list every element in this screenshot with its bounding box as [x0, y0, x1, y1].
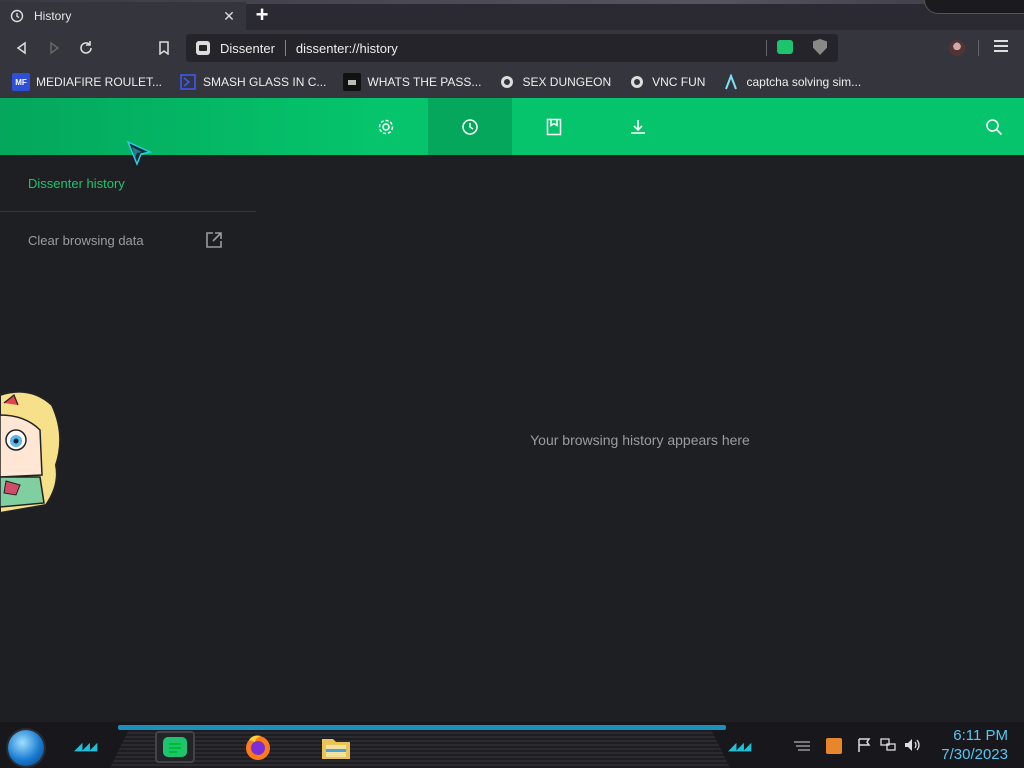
bookmark-page-icon[interactable] — [154, 38, 174, 58]
gear-icon[interactable] — [344, 98, 428, 155]
mouse-cursor-icon — [126, 140, 153, 168]
mediafire-icon: MF — [12, 73, 30, 91]
dissenter-taskbar-button[interactable] — [155, 731, 195, 763]
profile-avatar[interactable] — [949, 40, 965, 56]
bookmarks-bar: MF MEDIAFIRE ROULET... SMASH GLASS IN C.… — [0, 66, 1024, 98]
bookmark-label: WHATS THE PASS... — [367, 75, 482, 89]
empty-history-message: Your browsing history appears here — [530, 432, 750, 448]
download-icon[interactable] — [596, 98, 680, 155]
file-explorer-taskbar-button[interactable] — [316, 731, 356, 763]
toolbar-separator — [978, 40, 979, 56]
back-icon[interactable] — [12, 38, 32, 58]
external-link-icon[interactable] — [205, 231, 223, 249]
clock-date: 7/30/2023 — [941, 746, 1008, 763]
bookmark-item[interactable]: SMASH GLASS IN C... — [179, 73, 326, 91]
volume-icon[interactable] — [904, 738, 920, 752]
forward-icon[interactable] — [44, 38, 64, 58]
window-frame-corner — [924, 0, 1024, 14]
bookmark-item[interactable]: MF MEDIAFIRE ROULET... — [12, 73, 162, 91]
history-icon — [10, 9, 24, 23]
clock-time: 6:11 PM — [953, 727, 1008, 744]
bookmark-item[interactable]: SEX DUNGEON — [498, 73, 611, 91]
url-text[interactable]: dissenter://history — [296, 41, 398, 56]
search-icon[interactable] — [952, 98, 1024, 155]
lambda-icon — [722, 73, 740, 91]
firefox-taskbar-button[interactable] — [238, 731, 278, 763]
gear-badge-icon — [628, 73, 646, 91]
bookmark-label: VNC FUN — [652, 75, 706, 89]
app-tray-icon[interactable] — [826, 738, 842, 754]
gear-badge-icon — [498, 73, 516, 91]
network-icon[interactable] — [880, 738, 896, 752]
extension-separator — [766, 40, 767, 56]
chevron-box-icon — [179, 73, 197, 91]
new-tab-button[interactable]: + — [251, 4, 273, 26]
navigation-bar: Dissenter dissenter://history — [0, 30, 1024, 66]
bookmark-label: MEDIAFIRE ROULET... — [36, 75, 163, 89]
bookmark-item[interactable]: WHATS THE PASS... — [343, 73, 481, 91]
bookmark-icon[interactable] — [512, 98, 596, 155]
bookmark-label: captcha solving sim... — [746, 75, 862, 89]
site-icon — [196, 41, 210, 55]
taskbar-accent — [118, 725, 726, 730]
chevron-decoration-icon: ◢◢◢ — [728, 741, 751, 753]
bookmark-label: SEX DUNGEON — [522, 75, 612, 89]
bookmark-item[interactable]: captcha solving sim... — [722, 73, 861, 91]
start-button[interactable] — [8, 730, 44, 766]
toolbar-shade — [0, 98, 370, 155]
chevron-decoration-icon: ◢◢◢ — [74, 741, 97, 753]
sidebar-title[interactable]: Dissenter history — [28, 176, 125, 191]
system-clock[interactable]: 6:11 PM 7/30/2023 — [941, 726, 1008, 764]
history-icon[interactable] — [428, 98, 512, 155]
stack-icon[interactable] — [792, 738, 810, 752]
site-name: Dissenter — [220, 40, 275, 56]
address-bar[interactable]: Dissenter dissenter://history — [186, 34, 838, 62]
tab-history[interactable]: History ✕ — [0, 2, 246, 30]
close-icon[interactable]: ✕ — [222, 9, 236, 23]
tab-title: History — [34, 9, 72, 23]
bookmark-item[interactable]: VNC FUN — [628, 73, 705, 91]
taskbar-center-panel — [110, 730, 730, 768]
menu-icon[interactable] — [994, 40, 1008, 54]
address-separator — [284, 40, 286, 56]
flag-icon[interactable] — [857, 738, 873, 752]
tab-strip: History ✕ + — [0, 0, 1024, 30]
desktop-mascot-image — [0, 385, 64, 515]
reload-icon[interactable] — [76, 38, 96, 58]
page-toolbar — [0, 98, 1024, 155]
taskbar: ◢◢◢ ◢◢◢ 6:11 PM 7/30/2023 — [0, 722, 1024, 768]
shield-icon[interactable] — [813, 39, 827, 55]
dark-square-icon — [343, 73, 362, 91]
clear-browsing-data-link[interactable]: Clear browsing data — [28, 233, 144, 248]
sidebar-divider — [0, 211, 256, 212]
bookmark-label: SMASH GLASS IN C... — [203, 75, 327, 89]
dissenter-extension-icon[interactable] — [777, 40, 793, 54]
